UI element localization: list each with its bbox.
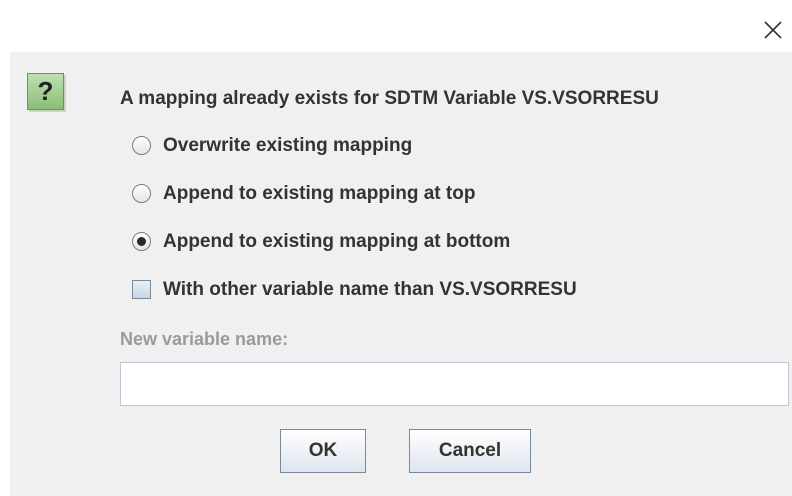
radio-label: Append to existing mapping at top xyxy=(163,183,476,204)
question-icon: ? xyxy=(27,73,64,110)
checkbox[interactable] xyxy=(132,280,151,299)
title-bar xyxy=(0,0,792,52)
radio-button[interactable] xyxy=(132,136,151,155)
new-variable-name-label: New variable name: xyxy=(120,329,289,349)
dialog-message: A mapping already exists for SDTM Variab… xyxy=(120,88,659,109)
ok-button-label: OK xyxy=(308,440,338,461)
close-icon xyxy=(764,21,782,39)
dialog-window: ? A mapping already exists for SDTM Vari… xyxy=(0,0,792,496)
dialog-content: ? A mapping already exists for SDTM Vari… xyxy=(10,52,792,496)
cancel-button-label: Cancel xyxy=(438,440,502,461)
radio-button[interactable] xyxy=(132,184,151,203)
radio-label: Overwrite existing mapping xyxy=(163,135,413,156)
radio-selected-dot xyxy=(137,237,146,246)
ok-button[interactable]: OK xyxy=(280,429,366,473)
close-button[interactable] xyxy=(752,10,792,48)
radio-label: Append to existing mapping at bottom xyxy=(163,231,511,252)
radio-button-selected[interactable] xyxy=(132,232,151,251)
cancel-button[interactable]: Cancel xyxy=(409,429,531,473)
checkbox-label: With other variable name than VS.VSORRES… xyxy=(163,279,577,300)
new-variable-name-input[interactable] xyxy=(120,362,789,406)
